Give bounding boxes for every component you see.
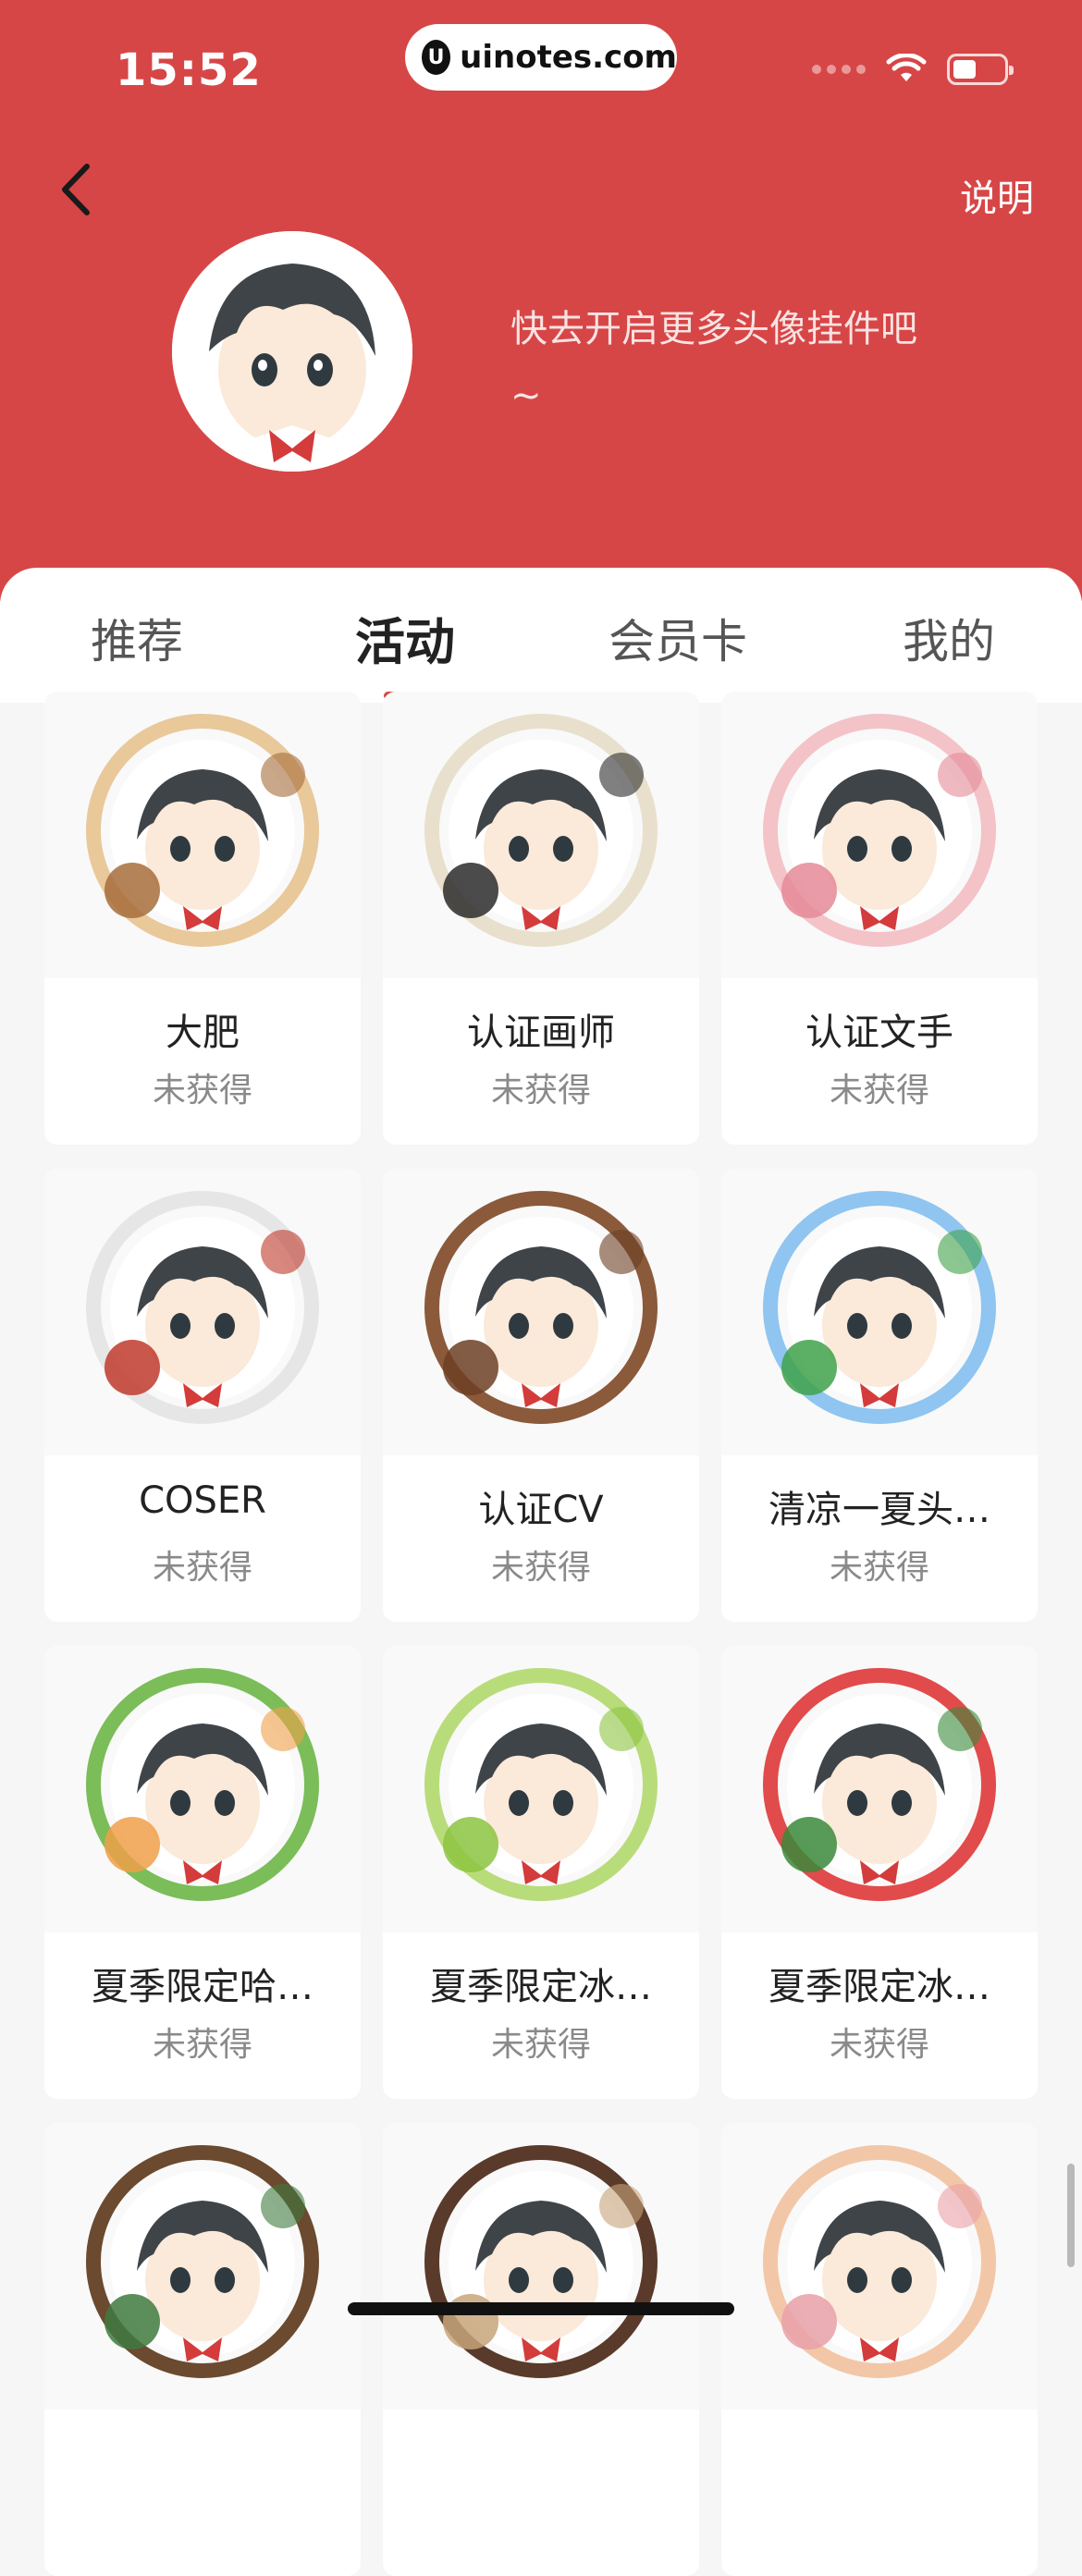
pendant-name: 清凉一夏头…: [768, 1489, 990, 1531]
pendant-status: 未获得: [490, 1072, 591, 1110]
pendant-card[interactable]: [721, 2123, 1038, 2576]
pendant-card[interactable]: 清凉一夏头… 未获得: [721, 1169, 1038, 1622]
pendant-name: 认证画师: [467, 1012, 615, 1054]
pendant-card[interactable]: 认证CV 未获得: [383, 1169, 699, 1622]
url-pill[interactable]: U uinotes.com: [405, 24, 677, 91]
pendant-thumbnail: [44, 1646, 361, 1932]
pendant-thumbnail: [44, 2123, 361, 2410]
pendant-card[interactable]: 认证文手 未获得: [721, 692, 1038, 1145]
tab-recommend[interactable]: 推荐: [91, 605, 183, 671]
pendant-status: 未获得: [152, 2026, 252, 2064]
pendant-thumbnail: [721, 2123, 1038, 2410]
pendant-thumbnail: [44, 692, 361, 978]
category-tabs: 推荐 活动 会员卡 我的: [0, 568, 1082, 703]
pendant-thumbnail: [383, 2123, 699, 2410]
pendant-name: 夏季限定冰…: [768, 1966, 990, 2008]
pendant-thumbnail: [383, 1646, 699, 1932]
pendant-thumbnail: [721, 692, 1038, 978]
pendant-status: 未获得: [152, 1072, 252, 1110]
pendant-card[interactable]: 夏季限定哈… 未获得: [44, 1646, 361, 2099]
back-icon[interactable]: [52, 157, 107, 222]
avatar-illustration: [172, 231, 412, 472]
tip-message: 快去开启更多头像挂件吧 ~: [510, 296, 954, 429]
pendant-thumbnail: [44, 1169, 361, 1455]
profile-header: 15:52 U uinotes.com 说明 快去开启更多头像挂件吧 ~: [0, 0, 1082, 601]
pendant-status: 未获得: [829, 1072, 929, 1110]
pendant-status: 未获得: [152, 1549, 252, 1587]
home-indicator[interactable]: [348, 2302, 734, 2315]
scrollbar[interactable]: [1067, 2164, 1075, 2267]
pendant-status: 未获得: [829, 2026, 929, 2064]
pendant-card[interactable]: 认证画师 未获得: [383, 692, 699, 1145]
pendant-name: 大肥: [166, 1012, 240, 1054]
pendant-name: COSER: [139, 1479, 266, 1522]
status-time: 15:52: [116, 44, 262, 96]
battery-icon: [947, 54, 1014, 85]
pendant-card[interactable]: 夏季限定冰… 未获得: [721, 1646, 1038, 2099]
tab-mine[interactable]: 我的: [903, 605, 995, 671]
pendant-thumbnail: [383, 692, 699, 978]
cellular-signal-icon: [812, 65, 866, 74]
pendant-card[interactable]: COSER 未获得: [44, 1169, 361, 1622]
wifi-icon: [886, 54, 927, 81]
pendant-name: 认证文手: [805, 1012, 953, 1054]
pendant-name: 夏季限定冰…: [430, 1966, 652, 2008]
pendant-card[interactable]: 夏季限定冰… 未获得: [383, 1646, 699, 2099]
tip-line-1: 快去开启更多头像挂件吧: [510, 308, 917, 350]
status-icons: [812, 54, 1014, 85]
pendant-card[interactable]: [383, 2123, 699, 2576]
tab-member-card[interactable]: 会员卡: [609, 605, 747, 671]
tab-activity[interactable]: 活动: [355, 601, 455, 674]
url-text: uinotes.com: [460, 39, 677, 76]
pendant-status: 未获得: [490, 1549, 591, 1587]
pendant-thumbnail: [721, 1646, 1038, 1932]
pendant-name: 夏季限定哈…: [92, 1966, 314, 2008]
tip-line-2: ~: [510, 374, 542, 417]
pendant-thumbnail: [383, 1169, 699, 1455]
pendant-card[interactable]: [44, 2123, 361, 2576]
pendant-name: 认证CV: [478, 1489, 604, 1531]
pendant-status: 未获得: [829, 1549, 929, 1587]
pendant-thumbnail: [721, 1169, 1038, 1455]
pendant-card[interactable]: 大肥 未获得: [44, 692, 361, 1145]
help-link[interactable]: 说明: [960, 168, 1034, 222]
user-avatar[interactable]: [172, 231, 412, 472]
pendant-status: 未获得: [490, 2026, 591, 2064]
site-logo-icon: U: [422, 40, 451, 75]
